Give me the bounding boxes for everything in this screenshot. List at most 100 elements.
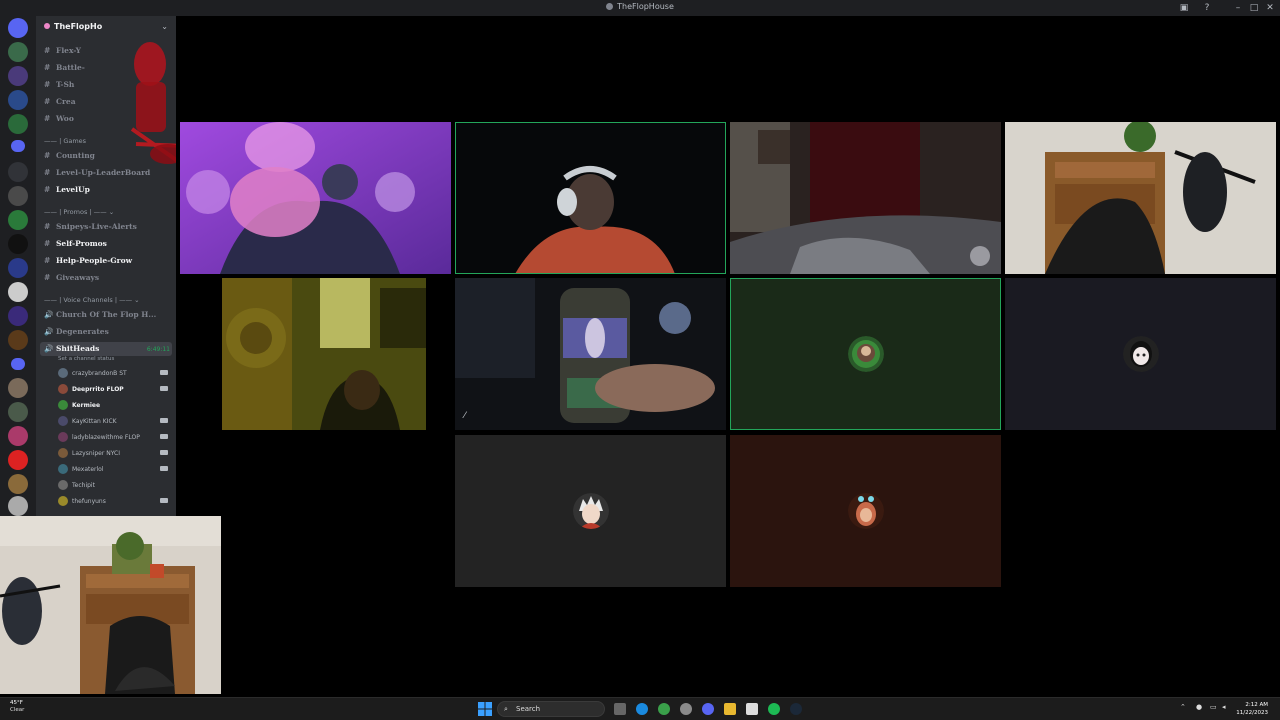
video-tile[interactable] [180,122,451,274]
task-view-icon[interactable] [614,703,626,715]
server-icon[interactable] [8,114,28,134]
help-icon[interactable]: ? [1201,2,1213,14]
discord-icon[interactable] [702,703,714,715]
edge-icon[interactable] [636,703,648,715]
avatar [847,336,884,372]
system-clock[interactable]: 2:12 AM 11/22/2023 [1236,701,1268,717]
server-icon[interactable] [8,42,28,62]
voice-user[interactable]: crazybrandonB ST [58,368,127,378]
camera-icon [160,434,168,439]
video-tile[interactable] [180,278,451,430]
voice-user[interactable]: Deeprrito FLOP [58,384,124,394]
camera-icon [160,450,168,455]
server-icon[interactable] [8,258,28,278]
video-feed [180,122,451,274]
server-icon[interactable] [8,426,28,446]
store-icon[interactable] [746,703,758,715]
voice-user[interactable]: Lazysniper NYCI [58,448,120,458]
channel-item[interactable]: # Crea [44,97,76,106]
camera-icon [160,418,168,423]
category-voice[interactable]: —— | Voice Channels | —— ⌄ [44,296,140,304]
app-icon[interactable] [680,703,692,715]
video-feed [180,278,451,430]
server-icon[interactable] [8,330,28,350]
channel-item-counting[interactable]: # Counting [44,151,95,160]
voice-user[interactable]: Techipit [58,480,95,490]
speaker-icon: 🔊 [44,327,54,336]
channel-item-levelup[interactable]: # LevelUp [44,185,90,194]
channel-item[interactable]: # Flex-Y [44,46,81,55]
chevron-up-icon[interactable]: ⌃ [1180,703,1186,711]
voice-channel-item[interactable]: 🔊 Church Of The Flop H... [44,310,156,319]
channel-item[interactable]: # Battle- [44,63,85,72]
avatar [58,480,68,490]
video-tile[interactable] [1005,122,1276,274]
channel-item-help-grow[interactable]: # Help-People-Grow [44,256,132,265]
channel-item[interactable]: # Woo [44,114,74,123]
channel-item-self-promos[interactable]: # Self-Promos [44,239,107,248]
server-icon[interactable] [8,378,28,398]
chevron-down-icon[interactable]: ⌄ [161,22,168,31]
close-button[interactable]: ✕ [1264,2,1276,14]
server-icon[interactable] [8,282,28,302]
video-tile[interactable] [730,122,1001,274]
category-games[interactable]: —— | Games [44,137,86,145]
voice-user[interactable]: Mexaterlol [58,464,104,474]
channel-item[interactable]: # T-Sh [44,80,74,89]
video-tile[interactable] [1005,278,1276,430]
server-name[interactable]: TheFlopHo [44,22,102,31]
server-icon[interactable] [8,306,28,326]
chrome-icon[interactable] [658,703,670,715]
hash-icon: # [44,256,51,265]
folder-icon[interactable] [11,358,25,370]
server-icon[interactable] [8,402,28,422]
video-tile[interactable] [455,122,726,274]
file-explorer-icon[interactable] [724,703,736,715]
camera-icon [160,370,168,375]
inbox-icon[interactable]: ▣ [1178,2,1190,14]
avatar [847,493,884,529]
avatar [58,384,68,394]
server-icon[interactable] [8,496,28,516]
weather-widget[interactable]: 45°F Clear [10,700,24,714]
video-tile[interactable] [730,435,1001,587]
active-voice-name[interactable]: 🔊 ShitHeads [44,344,99,353]
server-icon[interactable] [8,162,28,182]
voice-channel-item[interactable]: 🔊 Degenerates [44,327,109,336]
server-icon[interactable] [8,450,28,470]
voice-user[interactable]: ladyblazewithme FLOP [58,432,140,442]
voice-user[interactable]: thefunyuns [58,496,106,506]
server-icon[interactable] [8,234,28,254]
set-status-link[interactable]: Set a channel status [58,356,114,362]
server-icon[interactable] [8,210,28,230]
windows-start-icon[interactable] [478,702,492,716]
server-icon[interactable] [8,18,28,38]
channel-item-alerts[interactable]: # Snipeys-Live-Alerts [44,222,137,231]
voice-user[interactable]: Kermiee [58,400,100,410]
spotify-icon[interactable] [768,703,780,715]
taskbar-search[interactable]: ⌕ Search [497,701,605,717]
maximize-button[interactable]: □ [1248,2,1260,14]
folder-icon[interactable] [11,140,25,152]
server-icon[interactable] [8,474,28,494]
video-tile[interactable]: ⁄ [455,278,726,430]
minimize-button[interactable]: – [1232,2,1244,14]
avatar-image [847,336,884,372]
channel-item-giveaways[interactable]: # Giveaways [44,273,99,282]
taskbar: 45°F Clear ⌕ Search ⌃ ● ▭ ◂ 2:12 AM 11/2… [0,697,1280,720]
server-icon[interactable] [8,90,28,110]
server-icon[interactable] [8,66,28,86]
video-tile[interactable] [455,435,726,587]
volume-icon[interactable]: ◂ [1222,703,1226,711]
steam-icon[interactable] [790,703,802,715]
hash-icon: # [44,151,51,160]
webcam-feed [0,516,221,694]
hash-icon: # [44,63,51,72]
network-icon[interactable]: ▭ [1210,703,1217,711]
video-tile[interactable] [730,278,1001,430]
voice-user[interactable]: KayKittan KICK [58,416,117,426]
category-promos[interactable]: —— | Promos | —— ⌄ [44,208,114,216]
server-icon[interactable] [8,186,28,206]
discord-logo-icon [606,3,614,10]
microphone-icon[interactable]: ● [1196,703,1202,711]
